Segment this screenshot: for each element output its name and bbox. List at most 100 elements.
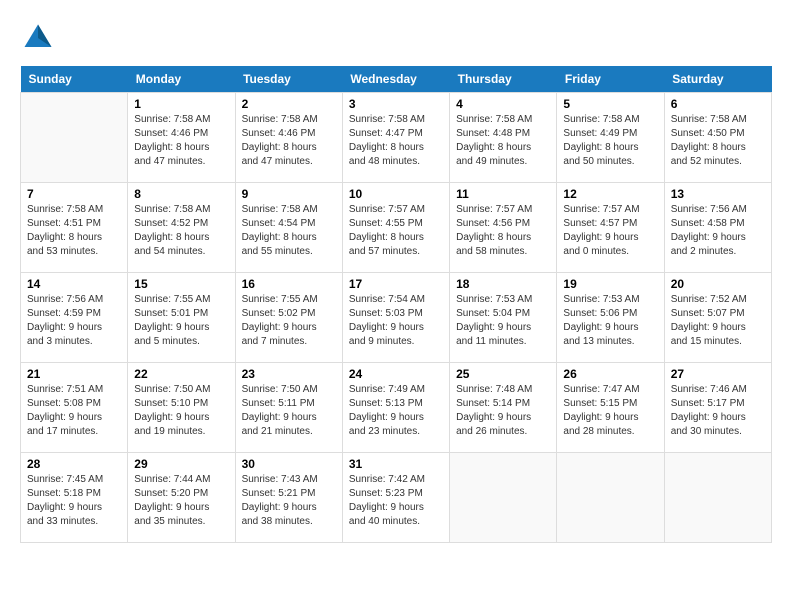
day-number: 31 [349,457,443,471]
day-info: Sunrise: 7:58 AM Sunset: 4:52 PM Dayligh… [134,203,228,259]
calendar-cell: 8 Sunrise: 7:58 AM Sunset: 4:52 PM Daylig… [128,183,235,273]
calendar-cell: 14 Sunrise: 7:56 AM Sunset: 4:59 PM Dayli… [21,273,128,363]
calendar-cell: 2 Sunrise: 7:58 AM Sunset: 4:46 PM Daylig… [235,93,342,183]
day-info: Sunrise: 7:55 AM Sunset: 5:02 PM Dayligh… [242,293,336,349]
calendar-cell: 4 Sunrise: 7:58 AM Sunset: 4:48 PM Daylig… [450,93,557,183]
day-number: 23 [242,367,336,381]
day-number: 2 [242,97,336,111]
day-info: Sunrise: 7:48 AM Sunset: 5:14 PM Dayligh… [456,383,550,439]
day-number: 16 [242,277,336,291]
day-number: 25 [456,367,550,381]
calendar-cell: 15 Sunrise: 7:55 AM Sunset: 5:01 PM Dayli… [128,273,235,363]
calendar-week-row: 14 Sunrise: 7:56 AM Sunset: 4:59 PM Dayli… [21,273,772,363]
calendar-cell: 1 Sunrise: 7:58 AM Sunset: 4:46 PM Daylig… [128,93,235,183]
day-info: Sunrise: 7:47 AM Sunset: 5:15 PM Dayligh… [563,383,657,439]
day-info: Sunrise: 7:53 AM Sunset: 5:06 PM Dayligh… [563,293,657,349]
calendar-week-row: 21Sunrise: 7:51 AM Sunset: 5:08 PM Dayli… [21,363,772,453]
day-number: 17 [349,277,443,291]
day-number: 28 [27,457,121,471]
day-info: Sunrise: 7:49 AM Sunset: 5:13 PM Dayligh… [349,383,443,439]
calendar-cell: 23 Sunrise: 7:50 AM Sunset: 5:11 PM Dayli… [235,363,342,453]
day-number: 13 [671,187,765,201]
day-info: Sunrise: 7:50 AM Sunset: 5:11 PM Dayligh… [242,383,336,439]
calendar: SundayMondayTuesdayWednesdayThursdayFrid… [20,66,772,543]
day-number: 14 [27,277,121,291]
day-number: 20 [671,277,765,291]
calendar-cell: 5Sunrise: 7:58 AM Sunset: 4:49 PM Daylig… [557,93,664,183]
calendar-cell: 11 Sunrise: 7:57 AM Sunset: 4:56 PM Dayli… [450,183,557,273]
day-info: Sunrise: 7:58 AM Sunset: 4:46 PM Dayligh… [242,113,336,169]
calendar-week-row: 7 Sunrise: 7:58 AM Sunset: 4:51 PM Daylig… [21,183,772,273]
calendar-cell [450,453,557,543]
calendar-cell: 18 Sunrise: 7:53 AM Sunset: 5:04 PM Dayli… [450,273,557,363]
day-number: 11 [456,187,550,201]
day-info: Sunrise: 7:58 AM Sunset: 4:50 PM Dayligh… [671,113,765,169]
day-info: Sunrise: 7:56 AM Sunset: 4:58 PM Dayligh… [671,203,765,259]
calendar-cell: 24Sunrise: 7:49 AM Sunset: 5:13 PM Dayli… [342,363,449,453]
logo [20,20,60,56]
page-header [20,20,772,56]
day-info: Sunrise: 7:58 AM Sunset: 4:54 PM Dayligh… [242,203,336,259]
calendar-cell: 25 Sunrise: 7:48 AM Sunset: 5:14 PM Dayli… [450,363,557,453]
calendar-header-row: SundayMondayTuesdayWednesdayThursdayFrid… [21,66,772,93]
day-info: Sunrise: 7:57 AM Sunset: 4:57 PM Dayligh… [563,203,657,259]
calendar-cell: 26 Sunrise: 7:47 AM Sunset: 5:15 PM Dayli… [557,363,664,453]
day-info: Sunrise: 7:56 AM Sunset: 4:59 PM Dayligh… [27,293,121,349]
day-info: Sunrise: 7:58 AM Sunset: 4:46 PM Dayligh… [134,113,228,169]
calendar-cell: 31Sunrise: 7:42 AM Sunset: 5:23 PM Dayli… [342,453,449,543]
calendar-header-monday: Monday [128,66,235,93]
calendar-body: 1 Sunrise: 7:58 AM Sunset: 4:46 PM Daylig… [21,93,772,543]
day-info: Sunrise: 7:50 AM Sunset: 5:10 PM Dayligh… [134,383,228,439]
day-number: 18 [456,277,550,291]
day-info: Sunrise: 7:58 AM Sunset: 4:51 PM Dayligh… [27,203,121,259]
day-info: Sunrise: 7:58 AM Sunset: 4:49 PM Dayligh… [563,113,657,169]
calendar-week-row: 28 Sunrise: 7:45 AM Sunset: 5:18 PM Dayli… [21,453,772,543]
calendar-cell: 28 Sunrise: 7:45 AM Sunset: 5:18 PM Dayli… [21,453,128,543]
calendar-cell: 13 Sunrise: 7:56 AM Sunset: 4:58 PM Dayli… [664,183,771,273]
day-info: Sunrise: 7:46 AM Sunset: 5:17 PM Dayligh… [671,383,765,439]
day-info: Sunrise: 7:45 AM Sunset: 5:18 PM Dayligh… [27,473,121,529]
day-number: 21 [27,367,121,381]
day-number: 3 [349,97,443,111]
calendar-week-row: 1 Sunrise: 7:58 AM Sunset: 4:46 PM Daylig… [21,93,772,183]
day-number: 19 [563,277,657,291]
day-info: Sunrise: 7:44 AM Sunset: 5:20 PM Dayligh… [134,473,228,529]
calendar-header-wednesday: Wednesday [342,66,449,93]
calendar-cell: 20 Sunrise: 7:52 AM Sunset: 5:07 PM Dayli… [664,273,771,363]
calendar-cell: 19 Sunrise: 7:53 AM Sunset: 5:06 PM Dayli… [557,273,664,363]
day-info: Sunrise: 7:58 AM Sunset: 4:48 PM Dayligh… [456,113,550,169]
day-number: 22 [134,367,228,381]
calendar-cell: 6 Sunrise: 7:58 AM Sunset: 4:50 PM Daylig… [664,93,771,183]
day-info: Sunrise: 7:43 AM Sunset: 5:21 PM Dayligh… [242,473,336,529]
calendar-cell: 22 Sunrise: 7:50 AM Sunset: 5:10 PM Dayli… [128,363,235,453]
calendar-cell [21,93,128,183]
calendar-cell: 30Sunrise: 7:43 AM Sunset: 5:21 PM Dayli… [235,453,342,543]
calendar-cell: 17 Sunrise: 7:54 AM Sunset: 5:03 PM Dayli… [342,273,449,363]
day-number: 6 [671,97,765,111]
day-info: Sunrise: 7:57 AM Sunset: 4:56 PM Dayligh… [456,203,550,259]
day-number: 4 [456,97,550,111]
day-number: 15 [134,277,228,291]
day-number: 1 [134,97,228,111]
day-number: 8 [134,187,228,201]
day-number: 10 [349,187,443,201]
calendar-cell [557,453,664,543]
calendar-cell: 10 Sunrise: 7:57 AM Sunset: 4:55 PM Dayli… [342,183,449,273]
day-info: Sunrise: 7:57 AM Sunset: 4:55 PM Dayligh… [349,203,443,259]
calendar-header-tuesday: Tuesday [235,66,342,93]
day-info: Sunrise: 7:55 AM Sunset: 5:01 PM Dayligh… [134,293,228,349]
day-info: Sunrise: 7:54 AM Sunset: 5:03 PM Dayligh… [349,293,443,349]
calendar-cell: 12 Sunrise: 7:57 AM Sunset: 4:57 PM Dayli… [557,183,664,273]
calendar-cell: 9Sunrise: 7:58 AM Sunset: 4:54 PM Daylig… [235,183,342,273]
calendar-cell: 16 Sunrise: 7:55 AM Sunset: 5:02 PM Dayli… [235,273,342,363]
day-number: 12 [563,187,657,201]
calendar-cell: 7 Sunrise: 7:58 AM Sunset: 4:51 PM Daylig… [21,183,128,273]
day-number: 7 [27,187,121,201]
calendar-header-sunday: Sunday [21,66,128,93]
calendar-cell: 21Sunrise: 7:51 AM Sunset: 5:08 PM Dayli… [21,363,128,453]
day-info: Sunrise: 7:53 AM Sunset: 5:04 PM Dayligh… [456,293,550,349]
calendar-cell: 29Sunrise: 7:44 AM Sunset: 5:20 PM Dayli… [128,453,235,543]
day-info: Sunrise: 7:52 AM Sunset: 5:07 PM Dayligh… [671,293,765,349]
day-number: 26 [563,367,657,381]
day-info: Sunrise: 7:58 AM Sunset: 4:47 PM Dayligh… [349,113,443,169]
